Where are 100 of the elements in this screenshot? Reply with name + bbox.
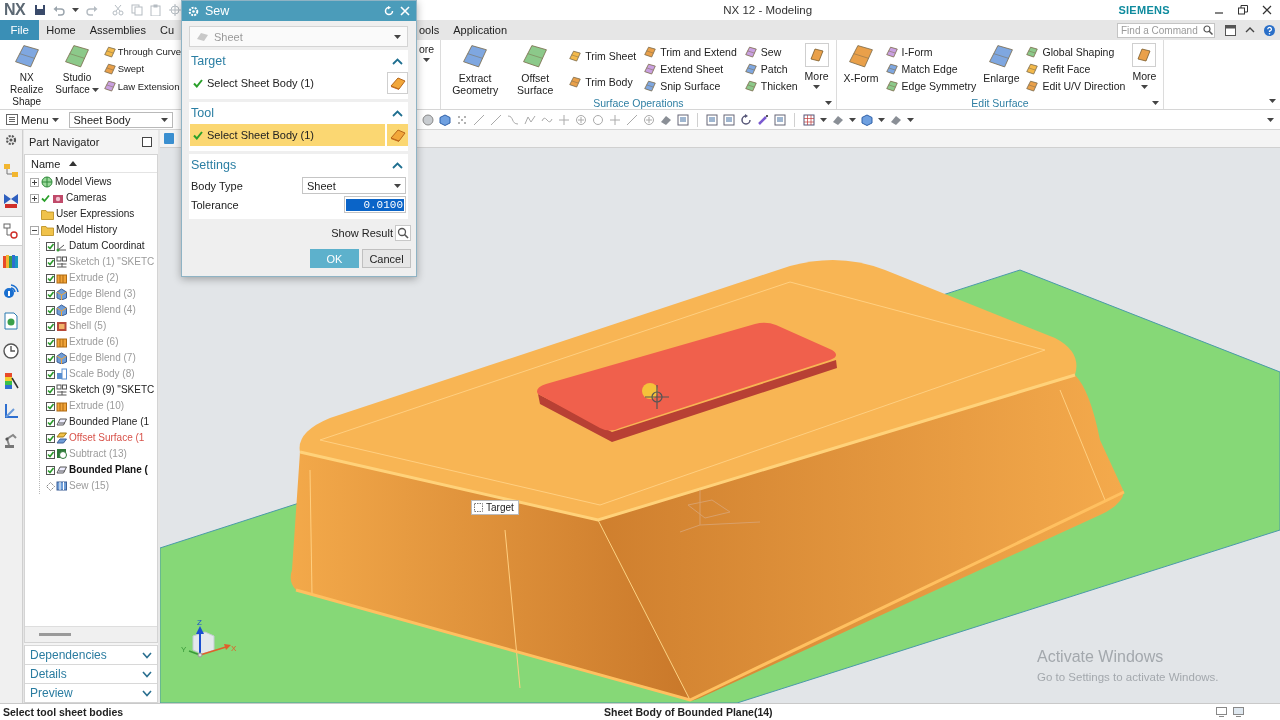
checkbox-icon[interactable] — [46, 449, 55, 459]
frame-icon[interactable] — [677, 113, 689, 126]
bowtie-icon[interactable] — [2, 192, 20, 210]
command-button[interactable]: Through Curve — [103, 43, 181, 60]
maximize-icon[interactable] — [142, 137, 152, 147]
collapse-icon[interactable] — [30, 225, 39, 235]
command-button[interactable]: I-Form — [885, 43, 977, 60]
section-header[interactable]: Settings — [189, 154, 408, 176]
tree-item[interactable]: Model Views — [55, 174, 112, 190]
checkbox-icon[interactable] — [46, 369, 55, 379]
ribbon-tab[interactable]: Cu — [152, 20, 181, 40]
selection-step[interactable]: Select Sheet Body (1) — [190, 124, 385, 146]
checkbox-icon[interactable] — [46, 417, 55, 427]
command-button[interactable]: Law Extension — [103, 78, 181, 95]
command-button[interactable]: Trim Sheet — [569, 48, 637, 64]
checkbox-icon[interactable] — [46, 353, 55, 363]
document-icon[interactable] — [2, 312, 20, 330]
reset-icon[interactable] — [384, 6, 394, 16]
checkbox-icon[interactable] — [46, 337, 55, 347]
command-search-field[interactable]: Find a Command — [1117, 22, 1215, 38]
caret-icon[interactable] — [824, 100, 832, 105]
resource-tab[interactable] — [0, 216, 22, 246]
checkbox-icon[interactable] — [46, 241, 55, 251]
command-button[interactable]: Offset Surface — [505, 43, 566, 96]
scrollbar-track[interactable] — [25, 626, 157, 642]
books-icon[interactable] — [2, 252, 20, 270]
brush-icon[interactable] — [757, 113, 769, 126]
command-button[interactable]: Extract Geometry — [445, 43, 506, 96]
panel-header[interactable]: Details — [25, 664, 157, 683]
dot-grid-icon[interactable] — [456, 113, 468, 126]
command-button[interactable]: Trim and Extend — [644, 43, 737, 60]
command-button[interactable]: Sew — [744, 43, 798, 60]
section-header[interactable]: Target — [189, 50, 408, 72]
settings-icon[interactable] — [5, 134, 17, 146]
rotate-icon[interactable] — [740, 113, 752, 126]
command-button[interactable]: Trim Body — [569, 74, 637, 90]
display-icon[interactable] — [1216, 707, 1227, 717]
caret-icon[interactable] — [1267, 117, 1274, 122]
checkbox-icon[interactable] — [46, 401, 55, 411]
caret-icon[interactable] — [849, 117, 856, 122]
checkbox-icon[interactable] — [46, 465, 55, 475]
grid-icon[interactable] — [803, 113, 815, 126]
scrollbar-thumb[interactable] — [39, 633, 71, 636]
help-icon[interactable] — [1264, 24, 1275, 36]
tree-item[interactable]: User Expressions — [56, 206, 135, 222]
command-button[interactable]: Refit Face — [1026, 61, 1126, 77]
expand-icon[interactable] — [30, 177, 39, 187]
ribbon-tab[interactable]: ools — [412, 20, 447, 40]
gradient-bar-icon[interactable] — [2, 372, 20, 390]
cube-icon[interactable] — [439, 113, 451, 126]
dotted-diamond-icon[interactable] — [46, 481, 55, 491]
body-type-dropdown[interactable]: Sheet — [302, 177, 406, 194]
select-object-button[interactable] — [387, 124, 408, 146]
axes-icon[interactable] — [2, 402, 20, 420]
shaded-shape-icon[interactable] — [832, 113, 844, 126]
more-button[interactable]: More — [801, 43, 832, 89]
close-icon[interactable] — [1262, 5, 1272, 15]
expand-icon[interactable] — [30, 193, 39, 203]
checkbox-icon[interactable] — [46, 273, 55, 283]
window-icon[interactable] — [1225, 24, 1236, 36]
column-header[interactable]: Name — [31, 157, 61, 170]
caret-icon[interactable] — [907, 117, 914, 122]
command-button[interactable]: Thicken — [744, 78, 798, 95]
command-button[interactable]: Global Shaping — [1026, 43, 1126, 60]
command-button[interactable]: NX Realize Shape — [2, 43, 52, 108]
tree-item[interactable]: Bounded Plane ( — [69, 462, 148, 478]
section-header[interactable]: Tool — [189, 102, 408, 124]
tolerance-field[interactable]: 0.0100 — [344, 196, 406, 213]
panel-header[interactable]: Dependencies — [25, 645, 157, 664]
tree-item[interactable]: Offset Surface (1 — [69, 430, 145, 446]
panel-header[interactable]: Preview — [25, 683, 157, 702]
restore-icon[interactable] — [1238, 5, 1248, 15]
menu-button[interactable]: Menu — [6, 113, 59, 126]
command-button[interactable]: Snip Surface — [644, 78, 737, 95]
undo-icon[interactable] — [53, 4, 66, 16]
ribbon-tab[interactable]: Home — [39, 20, 83, 40]
frame-icon[interactable] — [774, 113, 786, 126]
clock-icon[interactable] — [2, 342, 20, 360]
caret-icon[interactable] — [1269, 99, 1276, 103]
command-button[interactable]: Enlarge — [980, 43, 1023, 84]
save-icon[interactable] — [34, 4, 47, 16]
command-button[interactable]: Match Edge — [885, 61, 977, 77]
sphere-icon[interactable] — [422, 113, 434, 126]
selection-filter-dropdown[interactable]: Sheet Body — [68, 111, 173, 128]
display-icon[interactable] — [1233, 707, 1244, 717]
shaded-shape-icon[interactable] — [890, 113, 902, 126]
selected-face[interactable] — [537, 322, 837, 442]
checkbox-icon[interactable] — [46, 385, 55, 395]
tree-item[interactable]: Datum Coordinat — [69, 238, 145, 254]
line-icon[interactable] — [490, 113, 502, 126]
command-button[interactable]: Edit U/V Direction — [1026, 78, 1126, 95]
checkbox-icon[interactable] — [46, 321, 55, 331]
selection-step[interactable]: Select Sheet Body (1) — [190, 72, 385, 94]
more-button[interactable]: ore — [419, 43, 435, 62]
checkbox-icon[interactable] — [46, 257, 55, 267]
checkbox-icon[interactable] — [46, 305, 55, 315]
caret-icon[interactable] — [878, 117, 885, 122]
search-icon[interactable] — [1203, 25, 1213, 35]
show-result-button[interactable]: Show Result — [331, 225, 411, 241]
command-button[interactable]: Patch — [744, 61, 798, 77]
